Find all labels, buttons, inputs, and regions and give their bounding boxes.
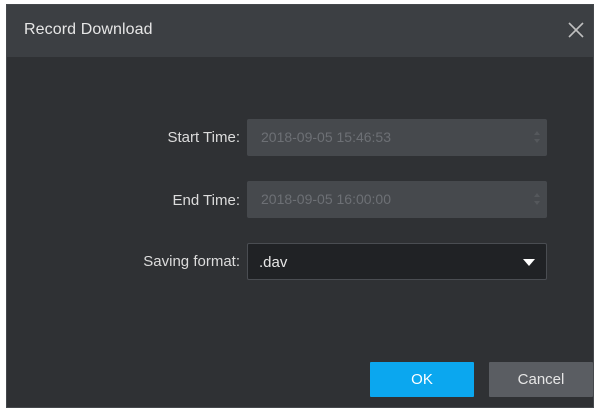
end-time-field: 2018-09-05 16:00:00 bbox=[247, 181, 547, 218]
record-download-dialog: Record Download Start Time: 2018-09-05 1… bbox=[6, 4, 594, 408]
start-time-value: 2018-09-05 15:46:53 bbox=[261, 129, 391, 145]
saving-format-value: .dav bbox=[259, 254, 288, 271]
close-icon[interactable] bbox=[565, 19, 587, 41]
dialog-title: Record Download bbox=[24, 21, 153, 38]
chevron-down-icon bbox=[523, 259, 535, 266]
saving-format-label: Saving format: bbox=[143, 253, 240, 270]
start-time-field: 2018-09-05 15:46:53 bbox=[247, 119, 547, 156]
dialog-titlebar: Record Download bbox=[7, 5, 593, 57]
cancel-button[interactable]: Cancel bbox=[489, 362, 593, 397]
saving-format-select[interactable]: .dav bbox=[247, 243, 547, 280]
start-time-label: Start Time: bbox=[167, 129, 240, 146]
end-time-value: 2018-09-05 16:00:00 bbox=[261, 191, 391, 207]
end-time-label: End Time: bbox=[172, 192, 240, 209]
ok-button[interactable]: OK bbox=[370, 362, 474, 397]
spinner-icon bbox=[534, 129, 540, 145]
spinner-icon bbox=[534, 191, 540, 207]
